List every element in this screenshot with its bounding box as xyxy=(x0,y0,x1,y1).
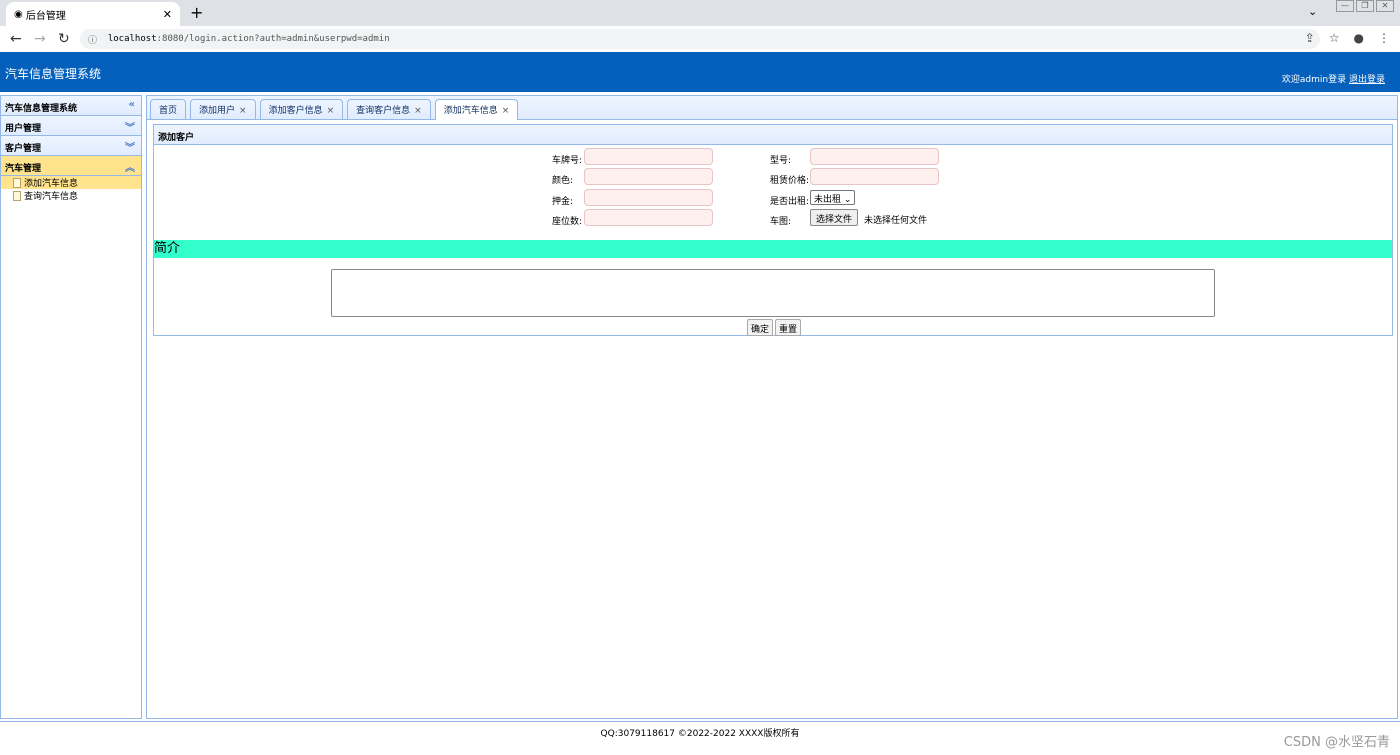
tab-label: 首页 xyxy=(159,106,178,116)
tab-label: 查询客户信息 xyxy=(356,106,411,116)
model-label: 型号: xyxy=(770,156,792,166)
sidebar-title-text: 汽车信息管理系统 xyxy=(5,104,78,114)
tab-add-customer[interactable]: 添加客户信息 × xyxy=(259,99,344,119)
file-icon xyxy=(13,190,21,201)
profile-icon[interactable]: ● xyxy=(1354,31,1364,45)
close-icon[interactable]: × xyxy=(414,106,422,116)
sidebar-title: 汽车信息管理系统 « xyxy=(1,96,141,116)
info-icon: ⓘ xyxy=(88,35,108,46)
collapse-group-icon[interactable]: ︽ xyxy=(125,159,135,174)
group-label: 用户管理 xyxy=(5,124,42,134)
minimize-icon[interactable]: — xyxy=(1336,0,1354,12)
price-label: 租赁价格: xyxy=(770,176,810,186)
price-input[interactable] xyxy=(810,168,939,185)
footer-text: QQ:3079118617 ©2022-2022 XXXX版权所有 xyxy=(600,729,800,739)
choose-file-button[interactable]: 选择文件 xyxy=(810,209,859,226)
tab-search-icon[interactable]: ⌄ xyxy=(1308,5,1317,18)
file-icon xyxy=(13,177,21,188)
browser-tab[interactable]: ◉ 后台管理 ✕ xyxy=(6,2,180,26)
sidebar-group-car[interactable]: 汽车管理 ︽ xyxy=(1,156,141,176)
panel-title: 添加客户 xyxy=(154,125,1392,145)
group-label: 客户管理 xyxy=(5,144,42,154)
item-label: 添加汽车信息 xyxy=(24,179,79,189)
model-input[interactable] xyxy=(810,148,939,165)
address-bar-row: ← → ↻ ⓘ localhost:8080/login.action?auth… xyxy=(0,26,1400,52)
tab-query-customer[interactable]: 查询客户信息 × xyxy=(347,99,431,119)
tab-add-car[interactable]: 添加汽车信息 × xyxy=(434,99,519,120)
tab-label: 添加汽车信息 xyxy=(443,106,498,116)
rented-label: 是否出租: xyxy=(770,197,810,207)
sidebar-item-add-car[interactable]: 添加汽车信息 xyxy=(1,176,141,189)
rented-value: 未出租 xyxy=(814,195,842,205)
new-tab-icon[interactable]: + xyxy=(190,3,203,22)
rented-select[interactable]: 未出租 ⌄ xyxy=(810,190,856,205)
restore-icon[interactable]: ❐ xyxy=(1356,0,1374,12)
group-label: 汽车管理 xyxy=(5,164,42,174)
reset-button[interactable]: 重置 xyxy=(775,319,802,336)
color-label: 颜色: xyxy=(552,176,574,186)
expand-icon[interactable]: ︾ xyxy=(125,119,135,134)
close-tab-icon[interactable]: ✕ xyxy=(163,8,172,21)
collapse-icon[interactable]: « xyxy=(129,99,135,110)
sidebar: 汽车信息管理系统 « 用户管理 ︾ 客户管理 ︾ 汽车管理 ︽ 添加汽车信息 查询汽车信… xyxy=(0,95,142,719)
url-host: localhost xyxy=(107,34,157,44)
close-window-icon[interactable]: ✕ xyxy=(1376,0,1394,12)
seats-label: 座位数: xyxy=(552,217,583,227)
watermark: CSDN @水坚石青 xyxy=(1283,735,1390,750)
sidebar-group-user[interactable]: 用户管理 ︾ xyxy=(1,116,141,136)
app-header: 汽车信息管理系统 欢迎admin登录 退出登录 xyxy=(0,52,1400,92)
deposit-label: 押金: xyxy=(552,197,574,207)
tab-title: 后台管理 xyxy=(25,10,66,22)
globe-icon: ◉ xyxy=(14,8,26,20)
tab-add-user[interactable]: 添加用户 × xyxy=(190,99,256,119)
submit-button[interactable]: 确定 xyxy=(747,319,774,336)
color-input[interactable] xyxy=(584,168,713,185)
close-icon[interactable]: × xyxy=(239,106,247,116)
chevron-down-icon: ⌄ xyxy=(843,195,852,205)
sidebar-item-query-car[interactable]: 查询汽车信息 xyxy=(1,189,141,202)
sidebar-group-customer[interactable]: 客户管理 ︾ xyxy=(1,136,141,156)
deposit-input[interactable] xyxy=(584,189,713,206)
plate-label: 车牌号: xyxy=(552,156,583,166)
expand-icon[interactable]: ︾ xyxy=(125,139,135,154)
add-form-panel: 添加客户 车牌号: 型号: 颜色: 租赁价格: 押金: 是否出租: 未出租 ⌄ … xyxy=(153,124,1393,336)
browser-tabbar: ◉ 后台管理 ✕ + ⌄ — ❐ ✕ xyxy=(0,0,1400,26)
intro-heading: 简介 xyxy=(154,240,1392,258)
plate-input[interactable] xyxy=(584,148,713,165)
tab-label: 添加用户 xyxy=(199,106,236,116)
back-icon[interactable]: ← xyxy=(10,31,24,47)
url-path: :8080/login.action?auth=admin&userpwd=ad… xyxy=(156,34,390,44)
file-status: 未选择任何文件 xyxy=(864,216,928,226)
intro-textarea[interactable] xyxy=(331,269,1215,317)
close-icon[interactable]: × xyxy=(327,106,335,116)
tab-label: 添加客户信息 xyxy=(268,106,323,116)
star-icon[interactable]: ☆ xyxy=(1329,31,1340,45)
welcome-text: 欢迎admin登录 xyxy=(1281,75,1347,85)
image-label: 车图: xyxy=(770,217,792,227)
logout-link[interactable]: 退出登录 xyxy=(1349,75,1385,85)
reload-icon[interactable]: ↻ xyxy=(58,31,72,47)
close-icon[interactable]: × xyxy=(502,106,510,116)
main-area: 首页 添加用户 × 添加客户信息 × 查询客户信息 × 添加汽车信息 × 添加客户 车牌… xyxy=(146,95,1398,719)
tab-home[interactable]: 首页 xyxy=(150,99,187,119)
tab-strip: 首页 添加用户 × 添加客户信息 × 查询客户信息 × 添加汽车信息 × xyxy=(147,96,1397,120)
menu-icon[interactable]: ⋮ xyxy=(1378,31,1390,45)
app-title: 汽车信息管理系统 xyxy=(5,67,102,81)
item-label: 查询汽车信息 xyxy=(24,192,79,202)
seats-input[interactable] xyxy=(584,209,713,226)
forward-icon[interactable]: → xyxy=(34,31,48,47)
url-input[interactable]: ⓘ localhost:8080/login.action?auth=admin… xyxy=(80,29,1320,49)
footer: QQ:3079118617 ©2022-2022 XXXX版权所有 xyxy=(0,721,1400,755)
share-icon[interactable]: ⇪ xyxy=(1305,31,1315,45)
